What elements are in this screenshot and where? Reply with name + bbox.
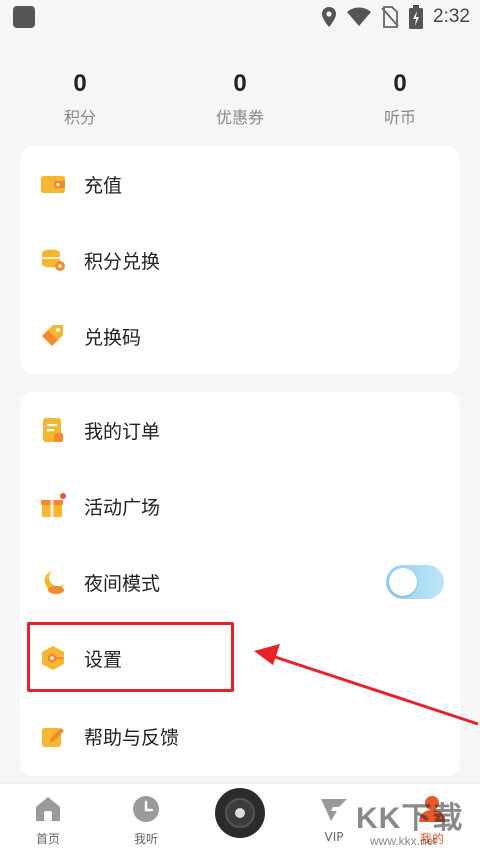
clock-icon: [133, 796, 159, 822]
menu-item-night-mode[interactable]: 夜间模式: [20, 544, 460, 620]
pencil-icon: [42, 728, 64, 747]
app-notification-icon: [13, 6, 35, 28]
stat-value: 0: [393, 70, 407, 97]
moon-icon: [44, 571, 64, 594]
tab-label: 首页: [35, 832, 60, 846]
wifi-icon: [347, 7, 372, 26]
menu-item-label: 活动广场: [84, 496, 161, 519]
menu-item-recharge[interactable]: 充值: [20, 146, 460, 222]
menu-item-label: 帮助与反馈: [84, 726, 180, 749]
menu-item-points-exchange[interactable]: 积分兑换: [20, 222, 460, 298]
menu-item-my-orders[interactable]: 我的订单: [20, 392, 460, 468]
stat-label: 优惠券: [215, 108, 264, 127]
order-icon: [43, 418, 63, 442]
watermark-logo: KK下载: [356, 802, 464, 835]
menu-item-activity-square[interactable]: 活动广场: [20, 468, 460, 544]
stats-row: 0 积分 0 优惠券 0 听币: [0, 50, 480, 140]
menu-item-label: 积分兑换: [84, 250, 161, 273]
stat-value: 0: [73, 70, 87, 97]
stat-coins[interactable]: 0 听币: [320, 50, 480, 140]
stat-coupons[interactable]: 0 优惠券: [160, 50, 320, 140]
menu-item-redeem-code[interactable]: 兑换码: [20, 298, 460, 374]
stat-label: 听币: [383, 108, 416, 127]
watermark-url: www.kkx.net: [370, 834, 437, 848]
player-disc-button[interactable]: [215, 788, 265, 838]
menu-item-label: 兑换码: [84, 326, 142, 349]
no-sim-icon: [381, 6, 399, 28]
highlight-box: [27, 622, 234, 692]
menu-item-label: 我的订单: [84, 420, 161, 443]
status-time: 2:32: [433, 6, 470, 27]
toggle-knob: [389, 568, 417, 596]
wallet-icon: [41, 176, 65, 193]
tab-home[interactable]: 首页: [0, 784, 96, 853]
menu-card-wallet: 充值 积分兑换 兑换码: [20, 146, 460, 374]
player-disc-center: [235, 808, 245, 818]
vip-icon: [321, 799, 347, 821]
menu-card-general: 我的订单 活动广场 夜间模式 设置 帮助与反馈: [20, 392, 460, 776]
location-icon: [322, 7, 337, 27]
menu-item-label: 充值: [84, 174, 123, 197]
stat-value: 0: [233, 70, 247, 97]
tag-icon: [42, 325, 63, 346]
menu-item-help-feedback[interactable]: 帮助与反馈: [20, 698, 460, 774]
stat-points[interactable]: 0 积分: [0, 50, 160, 140]
home-icon: [36, 797, 60, 821]
menu-item-label: 夜间模式: [84, 572, 161, 595]
stat-label: 积分: [63, 108, 96, 127]
tab-listening[interactable]: 我听: [98, 784, 194, 853]
tab-label: 我听: [133, 832, 158, 846]
status-bar: 2:32: [0, 0, 480, 34]
battery-charging-icon: [409, 5, 424, 29]
night-mode-toggle[interactable]: [386, 565, 444, 599]
coins-exchange-icon: [42, 249, 65, 271]
gift-icon: [41, 493, 66, 517]
